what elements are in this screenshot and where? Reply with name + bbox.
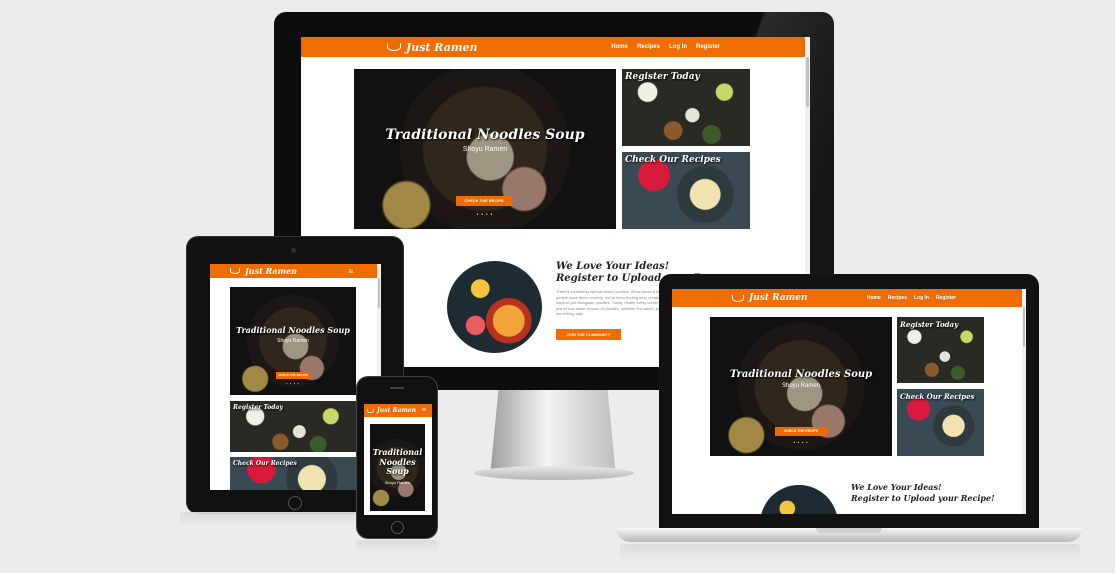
- scroll-thumb[interactable]: [378, 278, 380, 308]
- tablet-camera: [291, 248, 296, 253]
- hamburger-menu-icon[interactable]: ≡: [348, 267, 353, 276]
- register-tile[interactable]: Register Today: [230, 401, 356, 452]
- scroll-thumb[interactable]: [806, 57, 809, 107]
- register-tile[interactable]: Register Today: [897, 317, 984, 383]
- community-heading-1: We Love Your Ideas!: [556, 261, 670, 272]
- phone-navbar: Just Ramen ≡: [364, 404, 432, 417]
- check-recipe-button[interactable]: CHECK THE RECIPE: [456, 196, 512, 206]
- phone-home-button[interactable]: [391, 521, 404, 534]
- ramen-bowl-image: [447, 261, 542, 353]
- tablet-navbar: Just Ramen ≡: [210, 264, 381, 278]
- recipes-tile-label: Check Our Recipes: [625, 155, 721, 165]
- nav-register[interactable]: Register: [936, 295, 956, 301]
- monitor-stand: [490, 390, 616, 470]
- hamburger-menu-icon[interactable]: ≡: [422, 407, 426, 414]
- nav-login[interactable]: Log In: [669, 44, 687, 50]
- brand-name: Just Ramen: [245, 266, 297, 276]
- join-community-button[interactable]: JOIN THE COMMUNITY: [556, 329, 621, 340]
- community-paragraph: There's something special about noodles.…: [556, 289, 670, 317]
- bowl-icon: [230, 268, 240, 274]
- recipes-tile[interactable]: Check Our Recipes: [230, 457, 356, 490]
- nav-links: Home Recipes Log In Register: [867, 295, 956, 301]
- hero-subtitle: Shoyu Ramen: [462, 146, 508, 153]
- scroll-thumb[interactable]: [1023, 307, 1025, 347]
- community-heading-2: Register to Upload your Recipe!: [851, 493, 995, 503]
- monitor-base: [474, 466, 634, 480]
- recipes-tile[interactable]: Check Our Recipes: [897, 389, 984, 456]
- recipes-tile-label: Check Our Recipes: [233, 460, 297, 467]
- bowl-icon: [367, 408, 374, 413]
- brand-name: Just Ramen: [406, 40, 478, 54]
- nav-home[interactable]: Home: [867, 295, 881, 301]
- hero-carousel[interactable]: Traditional Noodles Soup Shoyu Ramen CHE…: [354, 69, 616, 229]
- hero-subtitle: Shoyu Ramen: [781, 383, 821, 389]
- nav-links: Home Recipes Log In Register: [611, 44, 720, 50]
- hero-subtitle: Shoyu Ramen: [384, 479, 411, 485]
- nav-recipes[interactable]: Recipes: [888, 295, 907, 301]
- tablet-brand-logo[interactable]: Just Ramen: [230, 266, 297, 276]
- scrollbar[interactable]: [1022, 289, 1026, 514]
- register-tile-label: Register Today: [900, 320, 959, 329]
- tablet-home-button[interactable]: [288, 496, 302, 510]
- register-tile-label: Register Today: [233, 404, 283, 411]
- nav-login[interactable]: Log In: [914, 295, 929, 301]
- laptop-screen: Just Ramen Home Recipes Log In Register …: [672, 289, 1026, 514]
- register-tile-label: Register Today: [625, 72, 700, 82]
- hero-carousel[interactable]: Traditional Noodles Soup Shoyu Ramen CHE…: [710, 317, 892, 456]
- hero-title: Traditional Noodles Soup: [729, 369, 873, 380]
- laptop: Just Ramen Home Recipes Log In Register …: [659, 274, 1039, 530]
- laptop-brand-logo[interactable]: Just Ramen: [732, 293, 807, 303]
- hero-title: Traditional Noodles Soup: [385, 127, 585, 143]
- brand-name: Just Ramen: [749, 293, 808, 303]
- nav-home[interactable]: Home: [611, 44, 628, 50]
- hero-title: Traditional Noodles Soup: [236, 325, 350, 335]
- brand-name: Just Ramen: [377, 407, 416, 414]
- phone-shadow: [356, 540, 438, 554]
- carousel-indicators[interactable]: ● ● ● ●: [230, 383, 356, 385]
- check-recipe-button[interactable]: CHECK THE RECIPE: [775, 427, 827, 436]
- bowl-icon: [387, 43, 401, 51]
- ramen-bowl-image: [760, 485, 838, 514]
- recipes-tile-label: Check Our Recipes: [900, 392, 975, 401]
- phone-speaker: [390, 387, 404, 389]
- navbar: Just Ramen Home Recipes Log In Register: [301, 37, 810, 57]
- laptop-base: [616, 528, 1082, 542]
- phone: Just Ramen ≡ Traditional Noodles Soup Sh…: [356, 376, 438, 539]
- hero-carousel[interactable]: Traditional Noodles Soup Shoyu Ramen CHE…: [230, 287, 356, 395]
- recipes-tile[interactable]: Check Our Recipes: [622, 152, 750, 229]
- laptop-navbar: Just Ramen Home Recipes Log In Register: [672, 289, 1026, 307]
- laptop-shadow: [620, 544, 1080, 562]
- hero-subtitle: Shoyu Ramen: [277, 338, 309, 344]
- register-tile[interactable]: Register Today: [622, 69, 750, 146]
- community-heading-1: We Love Your Ideas!: [851, 482, 942, 492]
- hero-title: Traditional Noodles Soup: [372, 447, 423, 477]
- phone-brand-logo[interactable]: Just Ramen: [367, 407, 416, 414]
- nav-recipes[interactable]: Recipes: [637, 44, 660, 50]
- bowl-icon: [732, 294, 744, 302]
- phone-screen: Just Ramen ≡ Traditional Noodles Soup Sh…: [364, 404, 432, 515]
- laptop-trackpad-notch: [816, 528, 882, 533]
- brand-logo[interactable]: Just Ramen: [387, 41, 477, 54]
- carousel-indicators[interactable]: ● ● ● ●: [710, 441, 892, 444]
- hero-carousel[interactable]: Traditional Noodles Soup Shoyu Ramen: [370, 424, 425, 511]
- check-recipe-button[interactable]: CHECK THE RECIPE: [276, 372, 310, 379]
- carousel-indicators[interactable]: ● ● ● ●: [354, 212, 616, 216]
- nav-register[interactable]: Register: [696, 44, 720, 50]
